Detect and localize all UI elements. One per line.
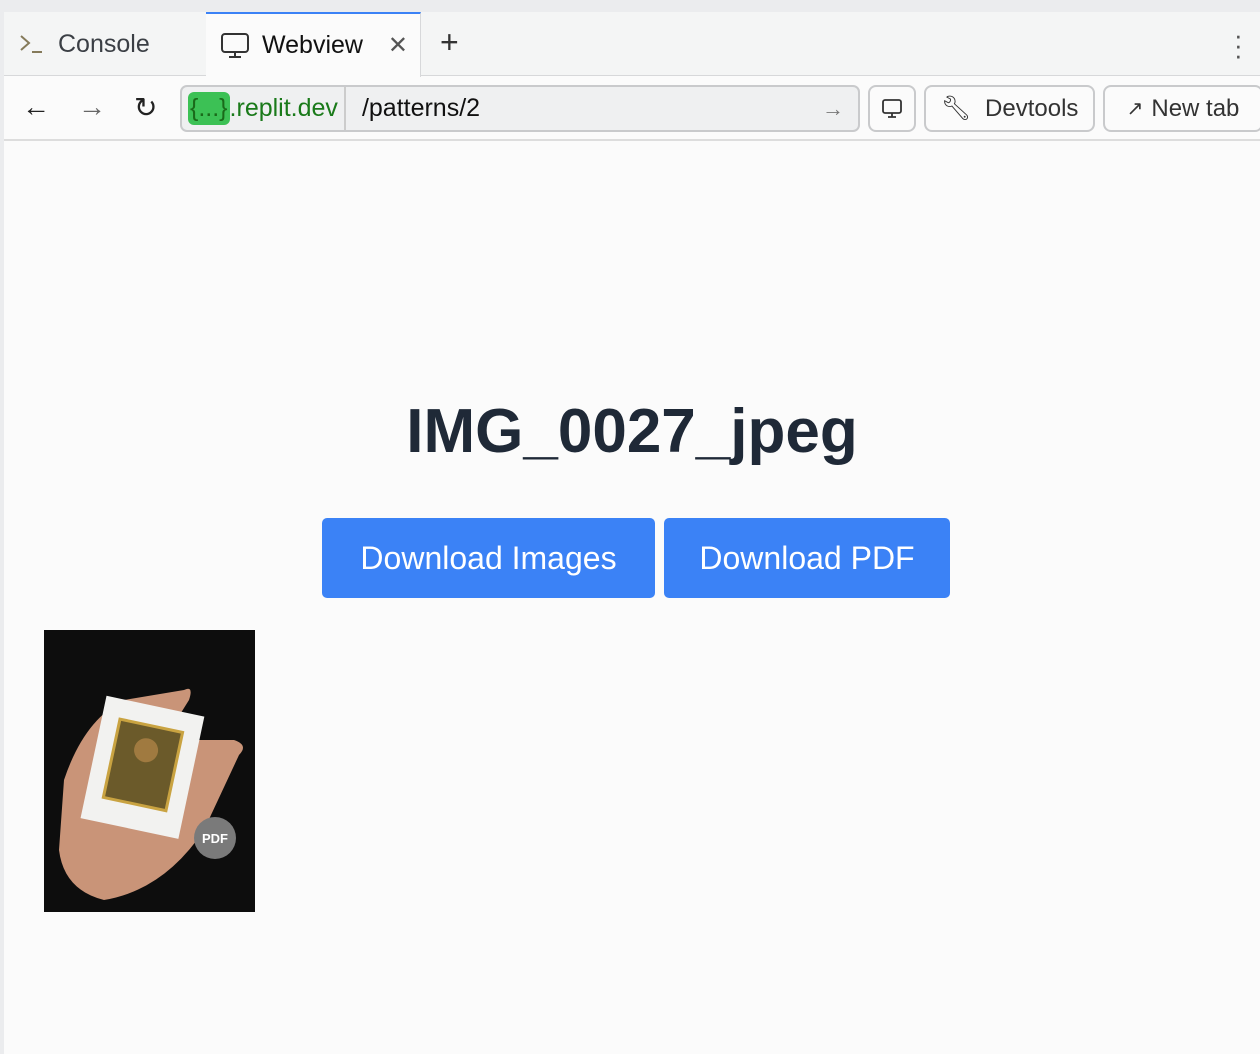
forward-arrow-icon[interactable]: →	[78, 91, 106, 123]
devtools-button[interactable]: 🔧︎ Devtools	[924, 85, 1095, 132]
devtools-label: Devtools	[985, 94, 1079, 122]
new-tab-label: New tab	[1151, 94, 1240, 122]
new-tab-button[interactable]: ↗ New tab	[1103, 85, 1260, 132]
wrench-icon: 🔧︎	[940, 95, 972, 122]
external-link-icon: ↗	[1126, 98, 1144, 120]
monitor-icon	[221, 32, 249, 58]
new-tab-plus-icon[interactable]: +	[440, 24, 459, 61]
monitor-icon	[882, 98, 902, 118]
download-images-button[interactable]: Download Images	[322, 518, 655, 598]
close-tab-icon[interactable]: ✕	[388, 31, 408, 60]
tab-bar: Console Webview ✕ + · · ·	[4, 12, 1260, 77]
more-menu-icon[interactable]: · · ·	[1234, 22, 1243, 68]
image-thumbnail[interactable]: PDF	[44, 630, 255, 912]
nav-bar: ← → ↻ {...} .replit.dev /patterns/2 → 🔧︎ D…	[4, 77, 1260, 141]
pdf-badge: PDF	[194, 817, 236, 859]
back-arrow-icon[interactable]: ←	[22, 91, 50, 123]
url-bar[interactable]: {...} .replit.dev /patterns/2 →	[180, 85, 860, 132]
terminal-icon	[20, 35, 42, 53]
reload-icon[interactable]: ↻	[134, 91, 157, 124]
tab-label: Webview	[262, 31, 363, 59]
url-path-input[interactable]: /patterns/2	[346, 94, 822, 123]
hand-holding-card-image	[59, 688, 243, 900]
go-arrow-icon[interactable]: →	[822, 96, 844, 122]
download-pdf-button[interactable]: Download PDF	[664, 518, 950, 598]
device-button[interactable]	[868, 85, 916, 132]
page-title: IMG_0027_jpeg	[406, 397, 858, 466]
tab-label: Console	[58, 29, 150, 58]
host-badge: {...}	[188, 92, 230, 125]
webview-frame: Console Webview ✕ + · · · ← → ↻ {...} .repl…	[4, 12, 1260, 1054]
host: .replit.dev	[229, 94, 338, 122]
tab-console[interactable]: Console	[18, 12, 150, 76]
tab-webview[interactable]: Webview ✕	[206, 12, 421, 77]
